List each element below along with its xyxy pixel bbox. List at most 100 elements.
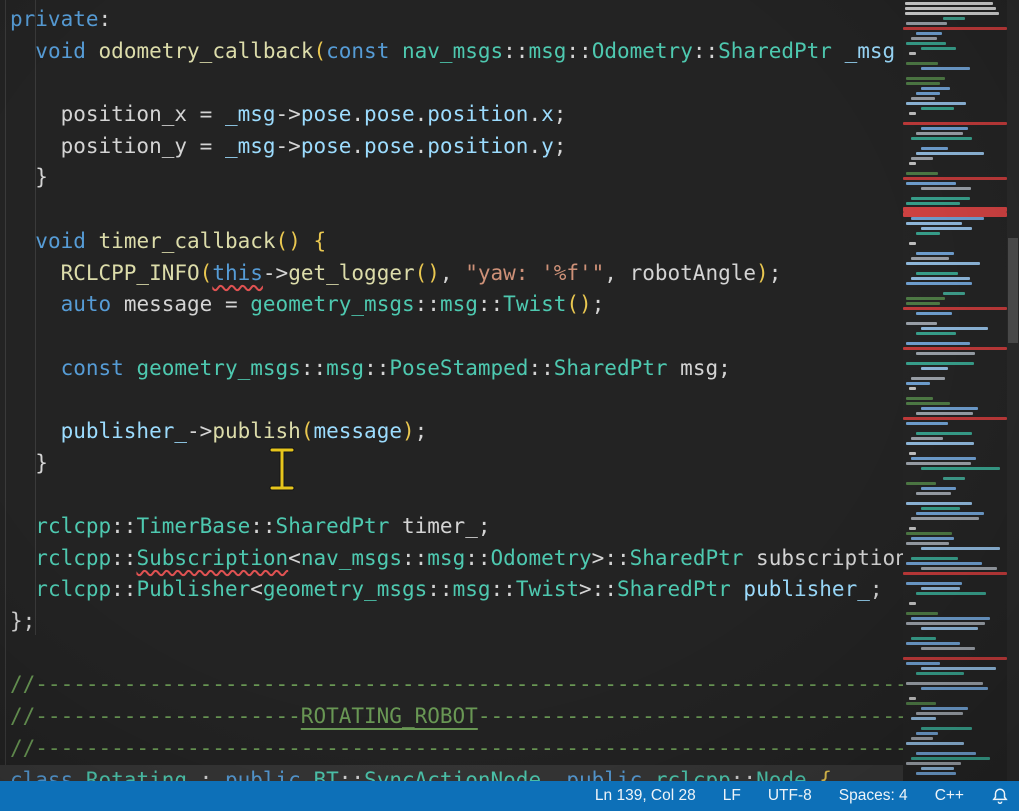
code-token: BT: [313, 768, 338, 782]
minimap-line: [906, 562, 982, 565]
code-line[interactable]: rclcpp::Publisher<geometry_msgs::msg::Tw…: [0, 574, 905, 606]
status-language-indicator[interactable]: C++: [935, 787, 964, 805]
code-line[interactable]: }: [0, 162, 905, 194]
minimap-line: [921, 467, 1000, 470]
code-token: (: [301, 419, 314, 443]
code-token: [301, 768, 314, 782]
code-token: ::: [415, 292, 440, 316]
minimap-line: [916, 312, 952, 315]
minimap-line: [909, 162, 916, 165]
minimap-line: [921, 627, 978, 630]
minimap-line: [909, 52, 916, 55]
minimap-line: [911, 197, 970, 200]
code-token: odometry_callback: [99, 39, 314, 63]
code-token: SyncActionNode: [364, 768, 541, 782]
code-line[interactable]: [0, 194, 905, 226]
code-token: <: [288, 546, 301, 570]
code-token: ::: [301, 356, 326, 380]
minimap-line: [921, 327, 988, 330]
code-line[interactable]: [0, 67, 905, 99]
minimap-line: [906, 532, 952, 535]
code-token: (): [415, 261, 440, 285]
vscode-editor-window: private: void odometry_callback(const na…: [0, 0, 1019, 811]
code-line[interactable]: void timer_callback() {: [0, 226, 905, 258]
minimap-line: [911, 557, 958, 560]
minimap-line: [943, 292, 965, 295]
scrollbar-thumb[interactable]: [1008, 238, 1018, 343]
minimap-line: [921, 147, 948, 150]
minimap-line: [916, 252, 954, 255]
code-token: [389, 39, 402, 63]
minimap-line: [921, 47, 956, 50]
minimap-line: [906, 482, 936, 485]
minimap-line: [909, 452, 916, 455]
code-line[interactable]: rclcpp::Subscription<nav_msgs::msg::Odom…: [0, 543, 905, 575]
code-line[interactable]: [0, 638, 905, 670]
minimap-line: [921, 567, 997, 570]
code-token: nav_msgs: [301, 546, 402, 570]
code-token: //--------------------------------------…: [10, 736, 905, 760]
code-line[interactable]: [0, 321, 905, 353]
code-line[interactable]: rclcpp::TimerBase::SharedPtr timer_;: [0, 511, 905, 543]
minimap-line: [906, 297, 945, 300]
minimap-line: [906, 22, 947, 25]
code-token: ;: [554, 134, 567, 158]
code-line[interactable]: class Rotating : public BT::SyncActionNo…: [0, 765, 905, 782]
minimap-line: [911, 437, 943, 440]
minimap-line: [921, 707, 968, 710]
minimap-error-line: [903, 122, 1007, 125]
code-token: const: [61, 356, 124, 380]
code-token: >::: [579, 577, 617, 601]
indent-guide: [5, 0, 6, 765]
minimap-line: [916, 592, 986, 595]
code-token: SharedPtr: [630, 546, 744, 570]
minimap-line: [909, 527, 916, 530]
minimap-line: [906, 542, 949, 545]
code-line[interactable]: [0, 479, 905, 511]
minimap-line: [906, 442, 974, 445]
code-line[interactable]: position_x = _msg->pose.pose.position.x;: [0, 99, 905, 131]
code-line[interactable]: RCLCPP_INFO(this->get_logger(), "yaw: '%…: [0, 258, 905, 290]
code-token: Rotating: [86, 768, 187, 782]
minimap-line: [906, 662, 940, 665]
minimap-line: [921, 587, 960, 590]
code-line[interactable]: //--------------------------------------…: [0, 669, 905, 701]
minimap-line: [906, 702, 936, 705]
minimap-line: [916, 672, 964, 675]
minimap-line: [916, 412, 973, 415]
notifications-bell-icon[interactable]: [991, 787, 1009, 805]
code-line[interactable]: [0, 384, 905, 416]
status-encoding-indicator[interactable]: UTF-8: [768, 787, 812, 805]
code-line[interactable]: const geometry_msgs::msg::PoseStamped::S…: [0, 353, 905, 385]
code-token: this: [212, 261, 263, 285]
code-token: x: [541, 102, 554, 126]
minimap-line: [921, 107, 954, 110]
code-line[interactable]: }: [0, 448, 905, 480]
code-token: msg: [440, 292, 478, 316]
status-cursor-position[interactable]: Ln 139, Col 28: [595, 787, 696, 805]
status-eol-indicator[interactable]: LF: [723, 787, 741, 805]
minimap[interactable]: [903, 0, 1007, 781]
code-line[interactable]: position_y = _msg->pose.pose.position.y;: [0, 131, 905, 163]
code-token: position_y =: [10, 134, 225, 158]
code-line[interactable]: void odometry_callback(const nav_msgs::m…: [0, 36, 905, 68]
code-line[interactable]: auto message = geometry_msgs::msg::Twist…: [0, 289, 905, 321]
minimap-line: [906, 502, 972, 505]
minimap-line: [905, 7, 996, 10]
code-token: ::: [250, 514, 275, 538]
code-token: Twist: [516, 577, 579, 601]
scrollbar-track[interactable]: [1007, 0, 1019, 781]
code-token: rclcpp: [35, 546, 111, 570]
code-token: class: [10, 768, 73, 782]
minimap-line: [911, 517, 979, 520]
code-area[interactable]: private: void odometry_callback(const na…: [0, 0, 905, 781]
code-line[interactable]: //--------------------------------------…: [0, 733, 905, 765]
code-line[interactable]: publisher_->publish(message);: [0, 416, 905, 448]
code-token: ROTATING_ROBOT: [301, 704, 478, 728]
code-line[interactable]: private:: [0, 4, 905, 36]
code-line[interactable]: };: [0, 606, 905, 638]
code-token: Odometry: [592, 39, 693, 63]
code-token: ::: [478, 292, 503, 316]
status-indentation-indicator[interactable]: Spaces: 4: [839, 787, 908, 805]
code-line[interactable]: //---------------------ROTATING_ROBOT---…: [0, 701, 905, 733]
